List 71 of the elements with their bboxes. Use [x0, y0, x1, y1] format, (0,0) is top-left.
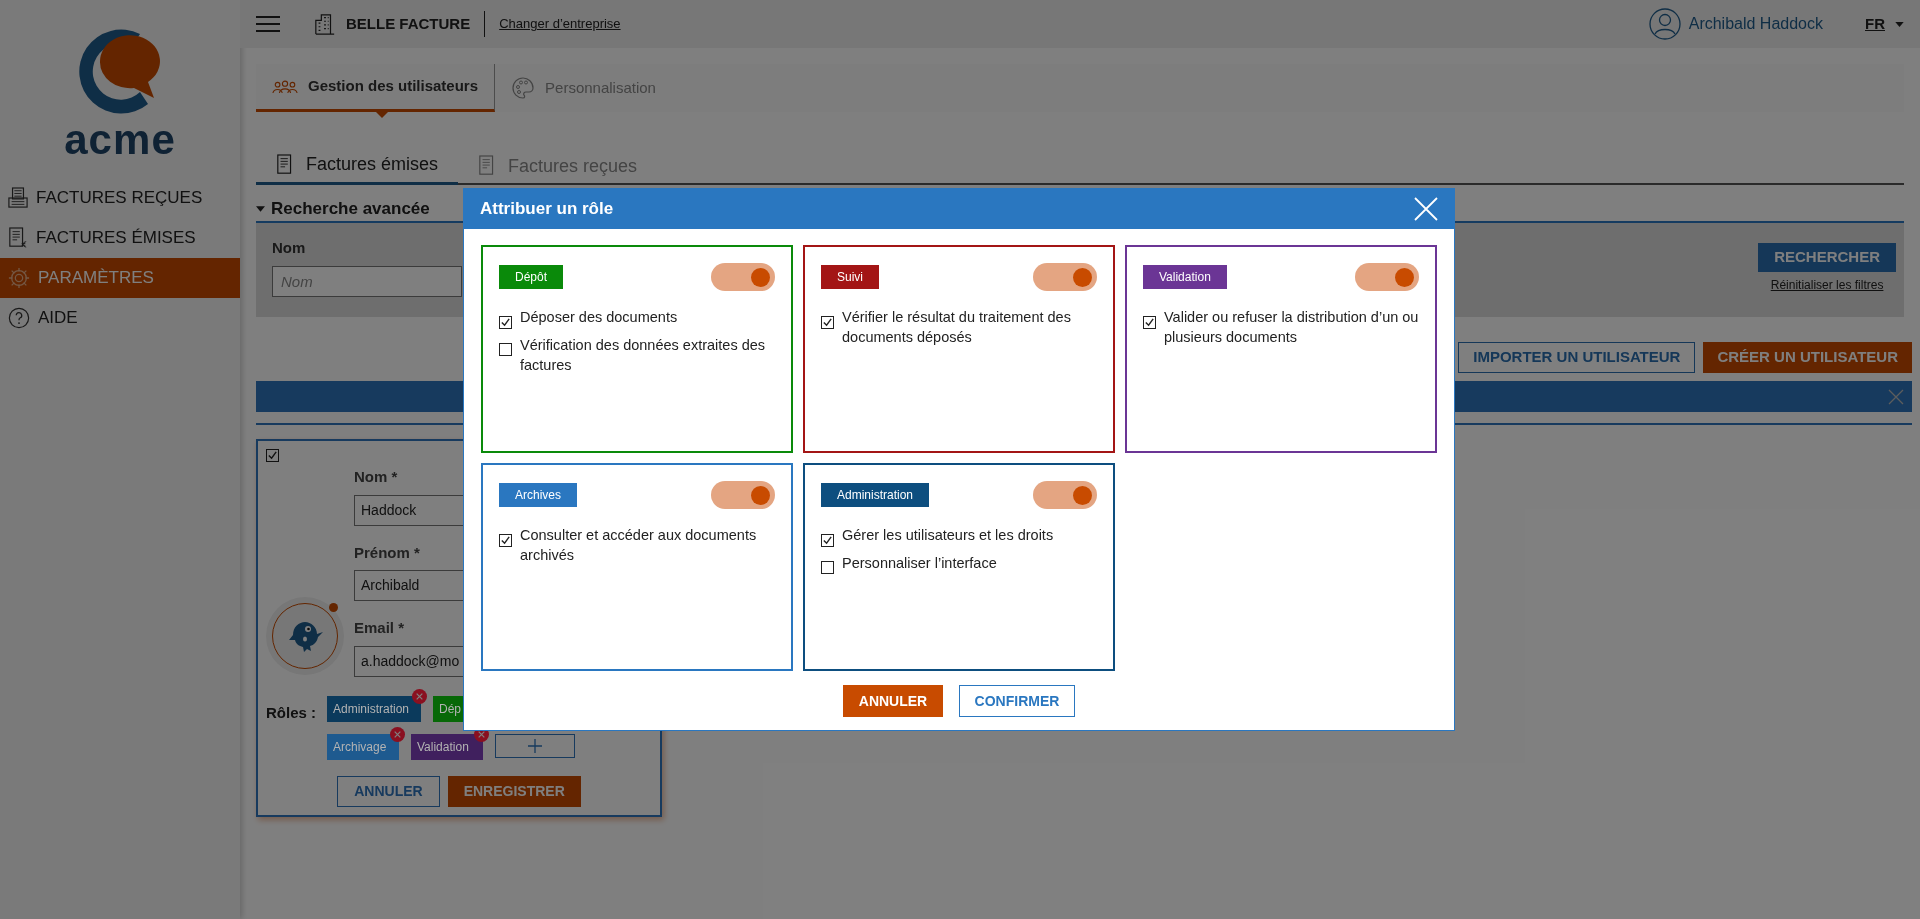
change-company-link[interactable]: Changer d’entreprise [499, 14, 621, 34]
settings-icon [8, 267, 30, 289]
users-icon [272, 79, 298, 94]
checkbox[interactable] [266, 449, 279, 462]
permission-label: Consulter et accéder aux documents archivés [520, 526, 758, 565]
checkbox[interactable] [1143, 316, 1156, 329]
checkbox[interactable] [821, 561, 834, 574]
role-tag: Archives [499, 483, 577, 507]
permission-label: Déposer des documents [520, 308, 678, 327]
help-icon [8, 307, 30, 329]
logo-text: acme [64, 118, 176, 162]
reset-filters-link[interactable]: Réinitialiser les filtres [1770, 276, 1884, 294]
menu-icon[interactable] [256, 15, 280, 33]
sidebar-item[interactable]: FACTURES REÇUES [0, 178, 240, 218]
search-button[interactable]: RECHERCHER [1758, 243, 1896, 272]
checkbox[interactable] [821, 534, 834, 547]
role-tag: Validation [1143, 265, 1227, 289]
permission-label: Vérifier le résultat du traitement des documents déposés [842, 308, 1072, 347]
tab-pointer-icon [375, 112, 388, 118]
sidebar-item[interactable]: FACTURES ÉMISES [0, 218, 240, 258]
invoice-icon [8, 227, 28, 249]
checkbox[interactable] [821, 316, 834, 329]
permission-label: Valider ou refuser la distribution d’un ou plusieurs documents [1164, 308, 1419, 347]
caret-icon[interactable] [256, 206, 265, 212]
cancel-button[interactable]: ANNULER [337, 775, 440, 807]
toggle-switch[interactable] [711, 481, 775, 509]
tab[interactable]: Factures émises [256, 147, 459, 185]
permission-label: Personnaliser l’interface [842, 554, 997, 573]
role-tag: Dépôt [499, 265, 564, 289]
save-button[interactable]: ENREGISTRER [447, 775, 581, 807]
add-role-button[interactable] [495, 733, 575, 758]
printer-icon [8, 187, 28, 209]
role-tag[interactable]: Validation [411, 733, 483, 760]
name-field[interactable]: Nom [272, 265, 462, 297]
field-label: Nom * [354, 467, 398, 487]
user-icon[interactable] [1648, 8, 1681, 40]
field-label: Prénom * [354, 542, 420, 563]
permission-label: Vérification des données extraites des factures [520, 336, 767, 375]
field-label: Email * [354, 618, 405, 638]
toggle-switch[interactable] [711, 263, 775, 291]
roles-label: Rôles : [266, 702, 317, 723]
field-label: Nom [272, 238, 307, 258]
checkbox[interactable] [499, 534, 512, 547]
create-user-button[interactable]: CRÉER UN UTILISATEUR [1703, 342, 1912, 373]
toggle-switch[interactable] [1033, 263, 1097, 291]
role-tag: Suivi [821, 265, 879, 289]
toggle-switch[interactable] [1033, 481, 1097, 509]
checkbox[interactable] [499, 316, 512, 329]
company-name: BELLE FACTURE [346, 13, 471, 34]
language-selector[interactable]: FR [1865, 12, 1885, 36]
sidebar-item[interactable]: AIDE [0, 298, 240, 338]
role-tag[interactable]: Administration [327, 695, 422, 722]
checkbox[interactable] [499, 343, 512, 356]
role-tag[interactable]: Archivage [327, 733, 399, 760]
section-title[interactable]: Recherche avancée [271, 196, 430, 222]
building-icon [314, 13, 336, 35]
role-tag: Administration [821, 483, 930, 507]
user-name[interactable]: Archibald Haddock [1688, 12, 1823, 36]
caret-icon[interactable] [1895, 21, 1904, 27]
plus-icon [528, 738, 542, 753]
confirm-button[interactable]: CONFIRMER [959, 685, 1075, 717]
cancel-button[interactable]: ANNULER [843, 685, 943, 717]
tab[interactable]: Gestion des utilisateurs [256, 64, 496, 112]
palette-icon [511, 76, 536, 100]
import-user-button[interactable]: IMPORTER UN UTILISATEUR [1458, 342, 1696, 373]
dialog-title: Attribuer un rôle [480, 198, 614, 221]
tab[interactable]: Personnalisation [495, 64, 672, 112]
toggle-switch[interactable] [1355, 263, 1419, 291]
sidebar-item[interactable]: PARAMÈTRES [0, 258, 240, 298]
tab[interactable]: Factures reçues [458, 147, 658, 185]
permission-label: Gérer les utilisateurs et les droits [842, 526, 1054, 545]
